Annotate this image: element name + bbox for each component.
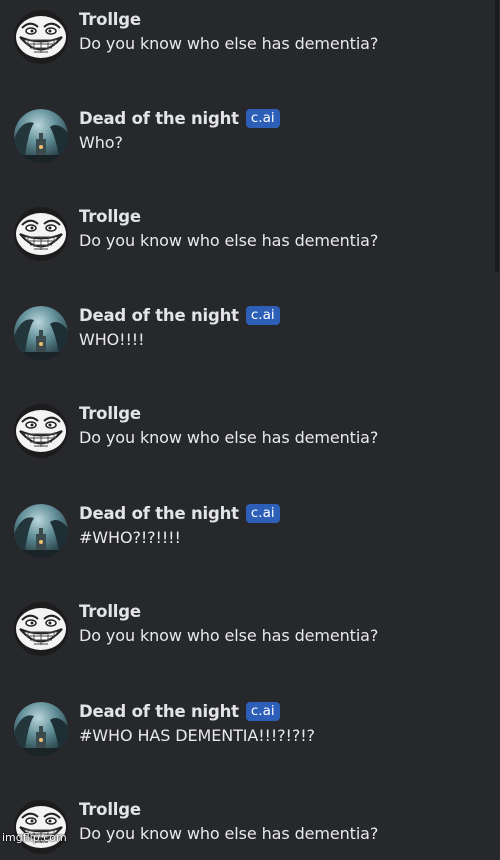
message-text: #WHO HAS DEMENTIA!!!?!?!?: [79, 726, 315, 745]
chat-message: Trollge Do you know who else has dementi…: [0, 592, 500, 662]
bot-badge: c.ai: [245, 305, 280, 325]
chat-message: Dead of the night c.ai WHO!!!!: [0, 296, 500, 366]
troll-face-icon[interactable]: [14, 602, 68, 656]
bot-badge: c.ai: [245, 108, 280, 128]
author-name[interactable]: Dead of the night: [79, 306, 239, 325]
author-row: Dead of the night c.ai: [79, 502, 280, 524]
scrollbar[interactable]: [495, 0, 499, 272]
author-row: Trollge: [79, 8, 141, 30]
author-name[interactable]: Trollge: [79, 800, 141, 819]
message-text: Do you know who else has dementia?: [79, 231, 379, 250]
author-name[interactable]: Trollge: [79, 207, 141, 226]
author-name[interactable]: Trollge: [79, 404, 141, 423]
message-text: Do you know who else has dementia?: [79, 428, 379, 447]
night-scene-avatar-icon[interactable]: [14, 306, 68, 360]
chat-log: Trollge Do you know who else has dementi…: [0, 0, 500, 854]
troll-face-icon[interactable]: [14, 207, 68, 261]
author-row: Trollge: [79, 600, 141, 622]
author-row: Dead of the night c.ai: [79, 700, 280, 722]
watermark: imgflip.com: [2, 831, 67, 844]
author-name[interactable]: Dead of the night: [79, 109, 239, 128]
chat-message: Dead of the night c.ai #WHO?!?!!!!: [0, 494, 500, 564]
author-name[interactable]: Dead of the night: [79, 702, 239, 721]
chat-message: Dead of the night c.ai #WHO HAS DEMENTIA…: [0, 692, 500, 762]
chat-message: Trollge Do you know who else has dementi…: [0, 197, 500, 267]
chat-message: Dead of the night c.ai Who?: [0, 99, 500, 169]
bot-badge: c.ai: [245, 503, 280, 523]
night-scene-avatar-icon[interactable]: [14, 504, 68, 558]
troll-face-icon[interactable]: [14, 10, 68, 64]
bot-badge: c.ai: [245, 701, 280, 721]
troll-face-icon[interactable]: [14, 404, 68, 458]
chat-message: Trollge Do you know who else has dementi…: [0, 394, 500, 464]
author-row: Trollge: [79, 402, 141, 424]
author-name[interactable]: Dead of the night: [79, 504, 239, 523]
night-scene-avatar-icon[interactable]: [14, 109, 68, 163]
chat-message: Trollge Do you know who else has dementi…: [0, 790, 500, 860]
message-text: Do you know who else has dementia?: [79, 824, 379, 843]
author-row: Dead of the night c.ai: [79, 304, 280, 326]
author-name[interactable]: Trollge: [79, 10, 141, 29]
message-text: #WHO?!?!!!!: [79, 528, 181, 547]
author-name[interactable]: Trollge: [79, 602, 141, 621]
author-row: Trollge: [79, 205, 141, 227]
author-row: Dead of the night c.ai: [79, 107, 280, 129]
message-text: WHO!!!!: [79, 330, 145, 349]
chat-message: Trollge Do you know who else has dementi…: [0, 0, 500, 70]
night-scene-avatar-icon[interactable]: [14, 702, 68, 756]
message-text: Do you know who else has dementia?: [79, 34, 379, 53]
message-text: Do you know who else has dementia?: [79, 626, 379, 645]
author-row: Trollge: [79, 798, 141, 820]
message-text: Who?: [79, 133, 123, 152]
